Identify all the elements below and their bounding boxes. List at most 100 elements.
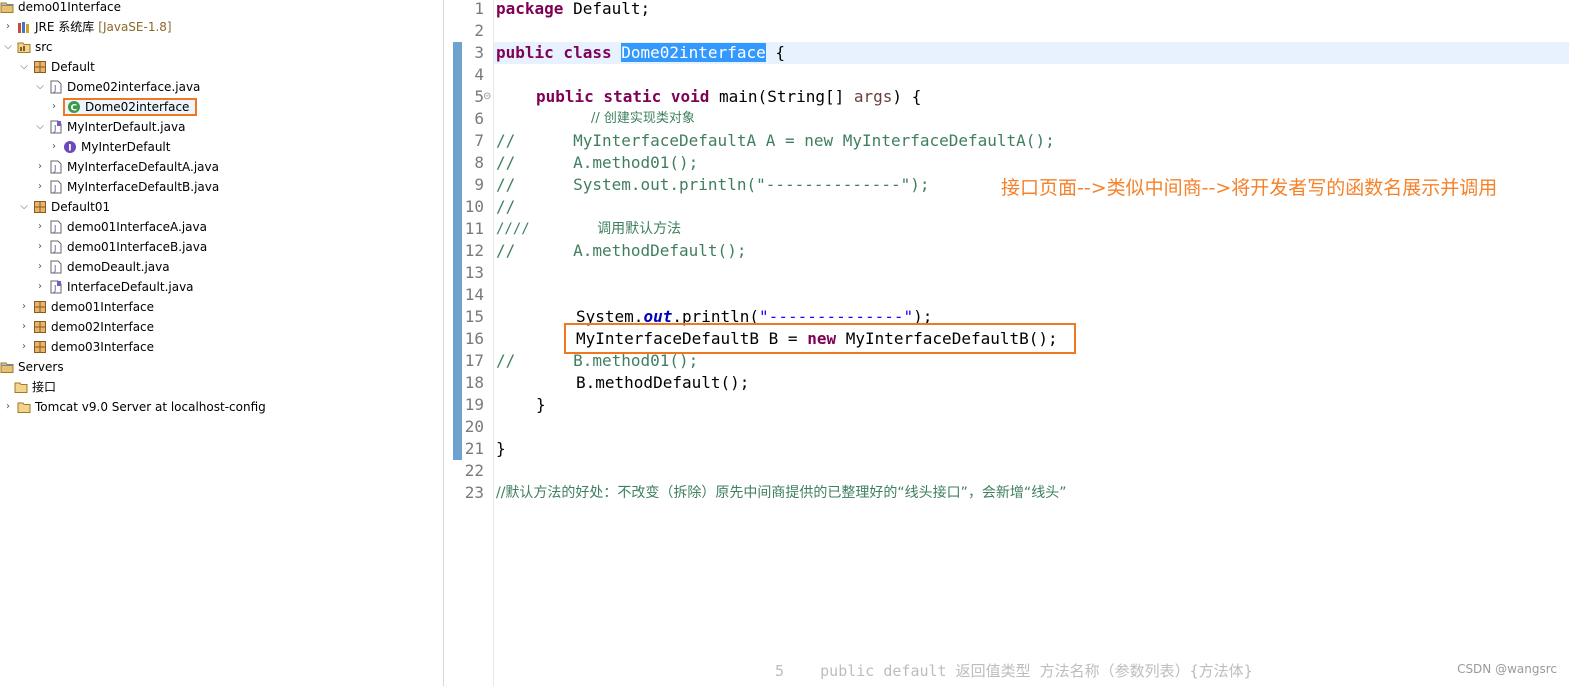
line-number: 9: [474, 175, 484, 194]
java-file-icon: J: [49, 280, 63, 294]
chevron-right-icon[interactable]: ›: [18, 297, 30, 317]
line-number: 18: [464, 373, 484, 392]
chevron-right-icon[interactable]: ›: [18, 317, 30, 337]
code-line[interactable]: // A.methodDefault();: [496, 240, 746, 262]
watermark: CSDN @wangsrc: [1457, 662, 1557, 676]
java-file-icon: J: [49, 220, 63, 234]
package-icon: [33, 200, 47, 214]
code-line[interactable]: }: [536, 394, 546, 416]
chevron-right-icon[interactable]: ›: [34, 237, 46, 257]
code-line[interactable]: //: [496, 196, 515, 218]
selected-class-name: Dome02interface: [621, 43, 766, 62]
tree-item-interface-myinterdefault[interactable]: › I MyInterDefault: [48, 137, 170, 157]
chevron-right-icon[interactable]: ›: [48, 97, 60, 117]
chevron-right-icon[interactable]: ›: [34, 157, 46, 177]
tree-item-package-default01[interactable]: ⌵ Default01: [18, 197, 110, 217]
tree-item-java-file[interactable]: › J demo01InterfaceB.java: [34, 237, 207, 257]
line-number: 12: [464, 241, 484, 260]
ghost-overlay-text: 5 public default 返回值类型 方法名称（参数列表）{方法体}: [775, 662, 1253, 680]
line-number: 7: [474, 131, 484, 150]
tree-item-package[interactable]: › demo02Interface: [18, 317, 154, 337]
line-number: 14: [464, 285, 484, 304]
code-line[interactable]: package Default;: [496, 0, 650, 20]
chevron-down-icon[interactable]: ⌵: [34, 117, 46, 137]
project-folder-icon: [0, 360, 14, 374]
code-line[interactable]: }: [496, 438, 506, 460]
package-icon: [33, 300, 47, 314]
java-file-icon: J: [49, 160, 63, 174]
tree-item-folder[interactable]: 接口: [14, 377, 56, 397]
code-line[interactable]: //默认方法的好处：不改变（拆除）原先中间商提供的已整理好的“线头接口”，会新增…: [496, 482, 1066, 504]
tree-item-java-file[interactable]: › J demo01InterfaceA.java: [34, 217, 207, 237]
line-number: 10: [464, 197, 484, 216]
svg-text:J: J: [53, 244, 56, 253]
chevron-down-icon[interactable]: ⌵: [18, 197, 30, 217]
folder-icon: [14, 380, 28, 394]
code-line[interactable]: // A.method01();: [496, 152, 698, 174]
tree-item-package[interactable]: › demo01Interface: [18, 297, 154, 317]
chevron-down-icon[interactable]: ⌵: [18, 57, 30, 77]
tree-item-jre-library[interactable]: › JRE 系统库 [JavaSE-1.8]: [2, 17, 172, 37]
line-number: 4: [474, 65, 484, 84]
tree-item-src[interactable]: ⌵ src: [2, 37, 52, 57]
tree-item-java-file[interactable]: › J MyInterfaceDefaultB.java: [34, 177, 219, 197]
selected-tree-item[interactable]: C Dome02interface: [63, 98, 198, 116]
line-number: 16: [464, 329, 484, 348]
code-line[interactable]: public class Dome02interface {: [496, 42, 785, 64]
library-icon: [17, 20, 31, 34]
tree-item-demo01interface-project[interactable]: demo01Interface: [0, 0, 121, 17]
annotation-text: 接口页面-->类似中间商-->将开发者写的函数名展示并调用: [1001, 177, 1498, 199]
code-line[interactable]: public static void main(String[] args) {: [536, 86, 921, 108]
tree-item-servers[interactable]: Servers: [0, 357, 64, 377]
code-line[interactable]: //// 调用默认方法: [496, 218, 681, 240]
chevron-right-icon[interactable]: ›: [34, 177, 46, 197]
chevron-right-icon[interactable]: ›: [2, 17, 14, 37]
interface-icon: I: [63, 140, 77, 154]
svg-text:J: J: [53, 264, 56, 273]
svg-text:J: J: [53, 164, 56, 173]
java-file-icon: J: [49, 180, 63, 194]
fold-toggle-icon[interactable]: ⊝: [483, 86, 491, 108]
line-number: 15: [464, 307, 484, 326]
code-line[interactable]: // 创建实现类对象: [591, 108, 695, 130]
tree-item-package[interactable]: › demo03Interface: [18, 337, 154, 357]
tree-item-java-file[interactable]: › J demoDeault.java: [34, 257, 170, 277]
chevron-down-icon[interactable]: ⌵: [34, 77, 46, 97]
chevron-down-icon[interactable]: ⌵: [2, 37, 14, 57]
line-number: 23: [464, 483, 484, 502]
package-explorer: demo01Interface › JRE 系统库 [JavaSE-1.8] ⌵…: [0, 0, 444, 686]
line-number: 19: [464, 395, 484, 414]
tree-item-java-file[interactable]: ⌵ J MyInterDefault.java: [34, 117, 185, 137]
tree-item-java-file[interactable]: › J MyInterfaceDefaultA.java: [34, 157, 219, 177]
tree-item-package-default[interactable]: ⌵ Default: [18, 57, 95, 77]
line-number: 1: [474, 0, 484, 18]
line-number: 5: [474, 87, 484, 106]
line-number: 11: [464, 219, 484, 238]
chevron-right-icon[interactable]: ›: [48, 137, 60, 157]
folder-icon: [17, 400, 31, 414]
code-line[interactable]: // MyInterfaceDefaultA A = new MyInterfa…: [496, 130, 1055, 152]
change-ruler: [453, 42, 462, 460]
tree-item-java-file[interactable]: › J InterfaceDefault.java: [34, 277, 194, 297]
tree-item-class-dome02interface[interactable]: › C Dome02interface: [48, 97, 198, 117]
line-number: 8: [474, 153, 484, 172]
svg-text:J: J: [53, 184, 56, 193]
line-number: 13: [464, 263, 484, 282]
java-file-icon: J: [49, 120, 63, 134]
code-editor[interactable]: 1 2 3 4 5 ⊝ 6 7 8 9 10 11 12 13 14 15 16…: [445, 0, 1569, 686]
tree-item-tomcat-config[interactable]: › Tomcat v9.0 Server at localhost-config: [2, 397, 266, 417]
chevron-right-icon[interactable]: ›: [2, 397, 14, 417]
chevron-right-icon[interactable]: ›: [18, 337, 30, 357]
line-number: 6: [474, 109, 484, 128]
svg-text:J: J: [53, 284, 56, 293]
code-line[interactable]: B.methodDefault();: [576, 372, 749, 394]
tree-item-java-file[interactable]: ⌵ J Dome02interface.java: [34, 77, 200, 97]
line-number: 20: [464, 417, 484, 436]
svg-text:C: C: [71, 104, 78, 114]
code-line[interactable]: // System.out.println("--------------");: [496, 174, 929, 196]
package-icon: [33, 60, 47, 74]
package-icon: [33, 340, 47, 354]
chevron-right-icon[interactable]: ›: [34, 277, 46, 297]
chevron-right-icon[interactable]: ›: [34, 257, 46, 277]
chevron-right-icon[interactable]: ›: [34, 217, 46, 237]
